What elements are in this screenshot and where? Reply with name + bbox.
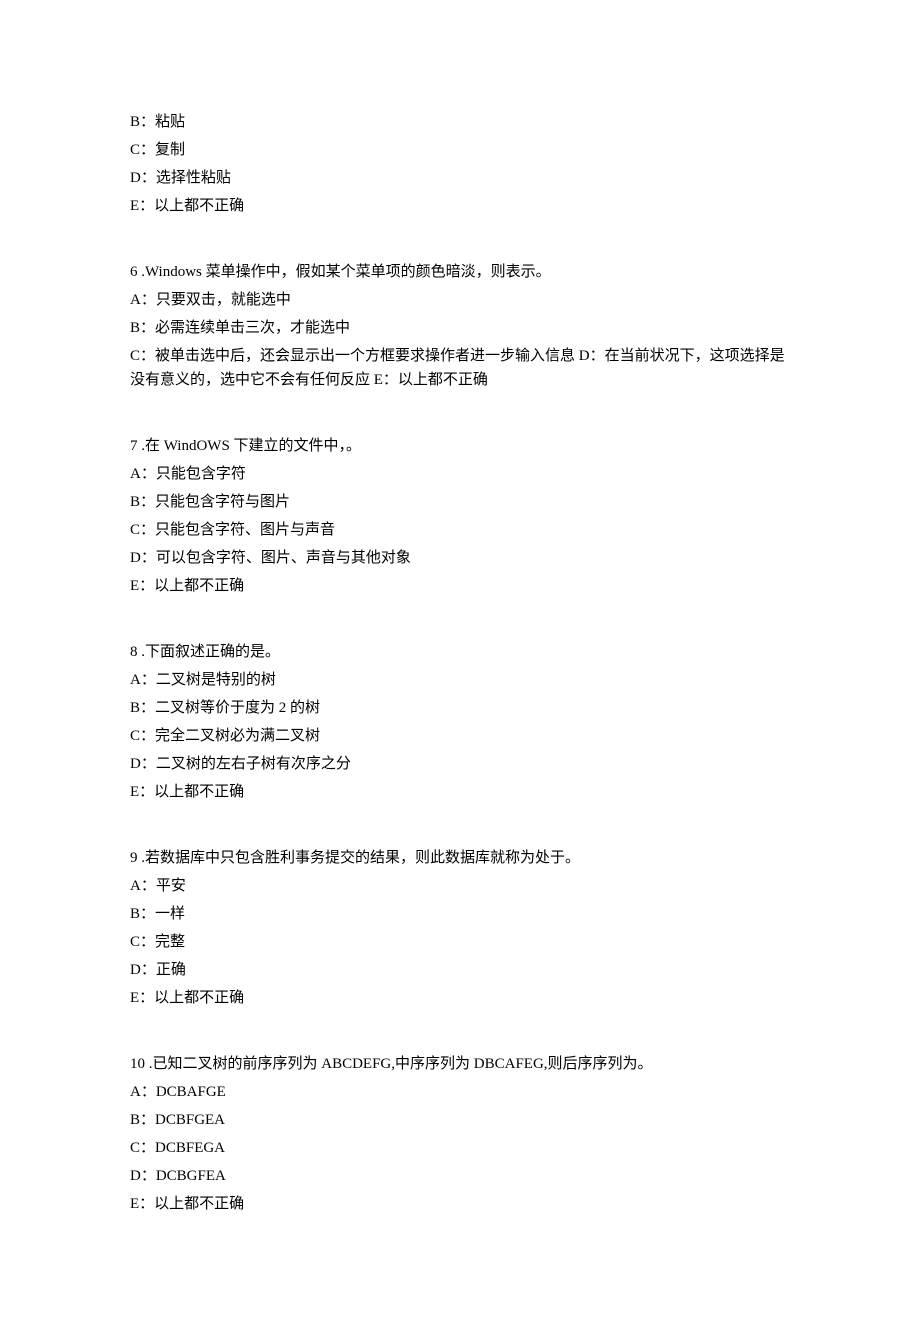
option-c: C：DCBFEGA [130,1136,790,1160]
option-b: B：只能包含字符与图片 [130,490,790,514]
question-stem: 8 .下面叙述正确的是。 [130,640,790,664]
question-5-partial: B：粘贴 C：复制 D：选择性粘贴 E：以上都不正确 [130,110,790,218]
option-e: E：以上都不正确 [130,194,790,218]
question-7: 7 .在 WindOWS 下建立的文件中，。 A：只能包含字符 B：只能包含字符… [130,434,790,598]
option-a: A：只能包含字符 [130,462,790,486]
question-stem: 10 .已知二叉树的前序序列为 ABCDEFG,中序序列为 DBCAFEG,则后… [130,1052,790,1076]
option-e: E：以上都不正确 [130,780,790,804]
option-c: C：完整 [130,930,790,954]
option-d: D：可以包含字符、图片、声音与其他对象 [130,546,790,570]
document-page: B：粘贴 C：复制 D：选择性粘贴 E：以上都不正确 6 .Windows 菜单… [0,0,920,1318]
question-9: 9 .若数据库中只包含胜利事务提交的结果，则此数据库就称为处于。 A：平安 B：… [130,846,790,1010]
option-d: D：二叉树的左右子树有次序之分 [130,752,790,776]
option-a: A：DCBAFGE [130,1080,790,1104]
question-10: 10 .已知二叉树的前序序列为 ABCDEFG,中序序列为 DBCAFEG,则后… [130,1052,790,1216]
option-b: B：二叉树等价于度为 2 的树 [130,696,790,720]
option-c: C：完全二叉树必为满二叉树 [130,724,790,748]
option-d: D：选择性粘贴 [130,166,790,190]
option-a: A：只要双击，就能选中 [130,288,790,312]
option-e: E：以上都不正确 [130,574,790,598]
option-c: C：复制 [130,138,790,162]
option-e: E：以上都不正确 [130,1192,790,1216]
option-d: D：正确 [130,958,790,982]
question-8: 8 .下面叙述正确的是。 A：二叉树是特别的树 B：二叉树等价于度为 2 的树 … [130,640,790,804]
option-e: E：以上都不正确 [130,986,790,1010]
option-b: B：必需连续单击三次，才能选中 [130,316,790,340]
option-b: B：一样 [130,902,790,926]
option-a: A：平安 [130,874,790,898]
option-d: D：DCBGFEA [130,1164,790,1188]
question-stem: 7 .在 WindOWS 下建立的文件中，。 [130,434,790,458]
question-6: 6 .Windows 菜单操作中，假如某个菜单项的颜色暗淡，则表示。 A：只要双… [130,260,790,392]
option-a: A：二叉树是特别的树 [130,668,790,692]
question-stem: 6 .Windows 菜单操作中，假如某个菜单项的颜色暗淡，则表示。 [130,260,790,284]
option-b: B：粘贴 [130,110,790,134]
option-b: B：DCBFGEA [130,1108,790,1132]
option-c: C：只能包含字符、图片与声音 [130,518,790,542]
question-stem: 9 .若数据库中只包含胜利事务提交的结果，则此数据库就称为处于。 [130,846,790,870]
option-cde: C：被单击选中后，还会显示出一个方框要求操作者进一步输入信息 D：在当前状况下，… [130,344,790,392]
